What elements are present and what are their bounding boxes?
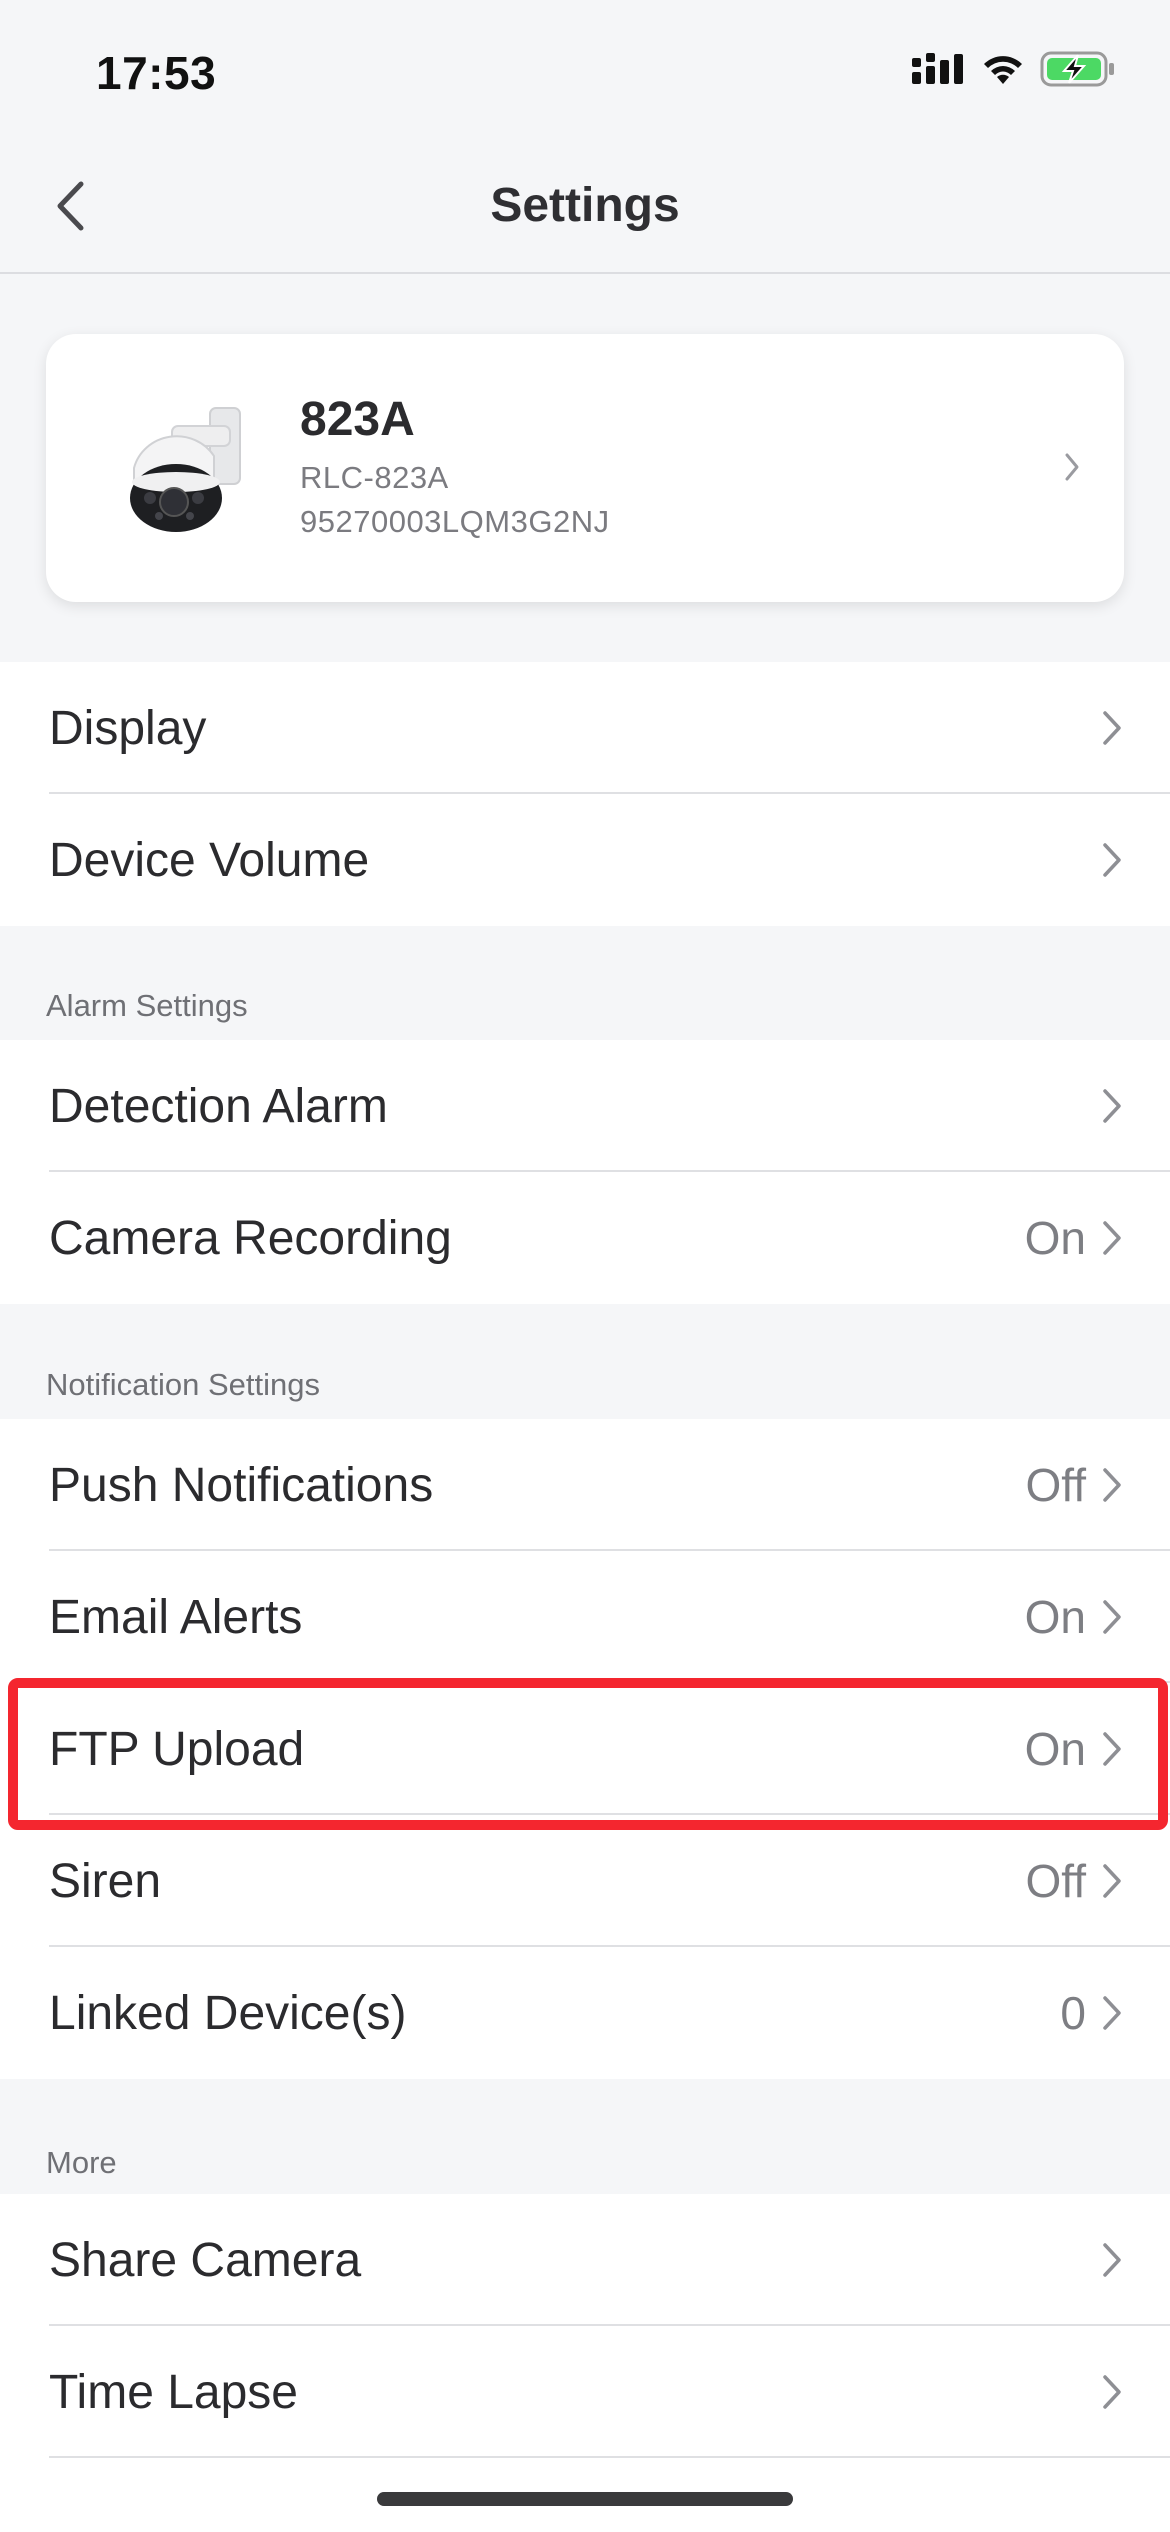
row-label: Camera Recording (49, 1211, 452, 1265)
battery-charging-icon (1040, 51, 1114, 87)
row-value: Off (1025, 1855, 1086, 1907)
row-value: Off (1025, 1459, 1086, 1511)
row-label: Detection Alarm (49, 1079, 388, 1133)
camera-recording-row[interactable]: Camera Recording On (0, 1172, 1170, 1304)
chevron-right-icon (1103, 1468, 1121, 1502)
status-icons (912, 50, 1116, 88)
siren-row[interactable]: Siren Off (0, 1815, 1170, 1947)
device-name: 823A (300, 393, 415, 446)
chevron-right-icon (1103, 1732, 1121, 1766)
row-label: Display (49, 701, 207, 755)
general-settings-group: Display Device Volume (0, 662, 1170, 926)
nav-bar: Settings (0, 150, 1170, 274)
device-card[interactable]: 823A RLC-823A 95270003LQM3G2NJ (46, 334, 1124, 602)
row-label: Advanced (49, 2524, 263, 2532)
notification-settings-group: Push Notifications Off Email Alerts On F… (0, 1419, 1170, 2079)
home-indicator (377, 2492, 793, 2506)
row-label: Email Alerts (49, 1590, 303, 1644)
time-lapse-row[interactable]: Time Lapse (0, 2326, 1170, 2458)
row-value: On (1024, 1723, 1086, 1775)
more-settings-group: Share Camera Time Lapse Advanced (0, 2194, 1170, 2532)
section-header-notification: Notification Settings (46, 1367, 320, 1402)
device-volume-row[interactable]: Device Volume (0, 794, 1170, 926)
detection-alarm-row[interactable]: Detection Alarm (0, 1040, 1170, 1172)
status-bar: 17:53 (0, 0, 1170, 150)
chevron-right-icon (1103, 1089, 1121, 1123)
chevron-right-icon (1103, 843, 1121, 877)
linked-devices-row[interactable]: Linked Device(s) 0 (0, 1947, 1170, 2079)
row-label: Share Camera (49, 2233, 362, 2287)
email-alerts-row[interactable]: Email Alerts On (0, 1551, 1170, 1683)
chevron-right-icon (1103, 2375, 1121, 2409)
row-label: Device Volume (49, 833, 370, 887)
wifi-icon (984, 56, 1022, 84)
chevron-right-icon (1103, 2243, 1121, 2277)
page-title: Settings (490, 179, 680, 232)
camera-icon (130, 407, 241, 532)
display-row[interactable]: Display (0, 662, 1170, 794)
ftp-upload-row[interactable]: FTP Upload On (0, 1683, 1170, 1815)
row-value: 0 (1060, 1987, 1086, 2039)
device-serial: 95270003LQM3G2NJ (300, 504, 610, 539)
share-camera-row[interactable]: Share Camera (0, 2194, 1170, 2326)
chevron-right-icon (1103, 1864, 1121, 1898)
section-header-more: More (46, 2145, 117, 2180)
chevron-right-icon (1103, 1600, 1121, 1634)
row-value: On (1024, 1591, 1086, 1643)
push-notifications-row[interactable]: Push Notifications Off (0, 1419, 1170, 1551)
section-header-alarm: Alarm Settings (46, 988, 248, 1023)
cellular-signal-icon (912, 53, 963, 84)
chevron-right-icon (1103, 711, 1121, 745)
chevron-right-icon (1103, 1221, 1121, 1255)
status-time: 17:53 (96, 47, 217, 99)
row-label: Time Lapse (49, 2365, 298, 2419)
row-label: Push Notifications (49, 1458, 434, 1512)
row-label: FTP Upload (49, 1722, 305, 1776)
chevron-right-icon (1103, 1996, 1121, 2030)
row-label: Linked Device(s) (49, 1986, 407, 2040)
alarm-settings-group: Detection Alarm Camera Recording On (0, 1040, 1170, 1304)
device-model: RLC-823A (300, 460, 449, 495)
row-value: On (1024, 1212, 1086, 1264)
chevron-right-icon (1065, 453, 1079, 481)
row-label: Siren (49, 1854, 162, 1908)
